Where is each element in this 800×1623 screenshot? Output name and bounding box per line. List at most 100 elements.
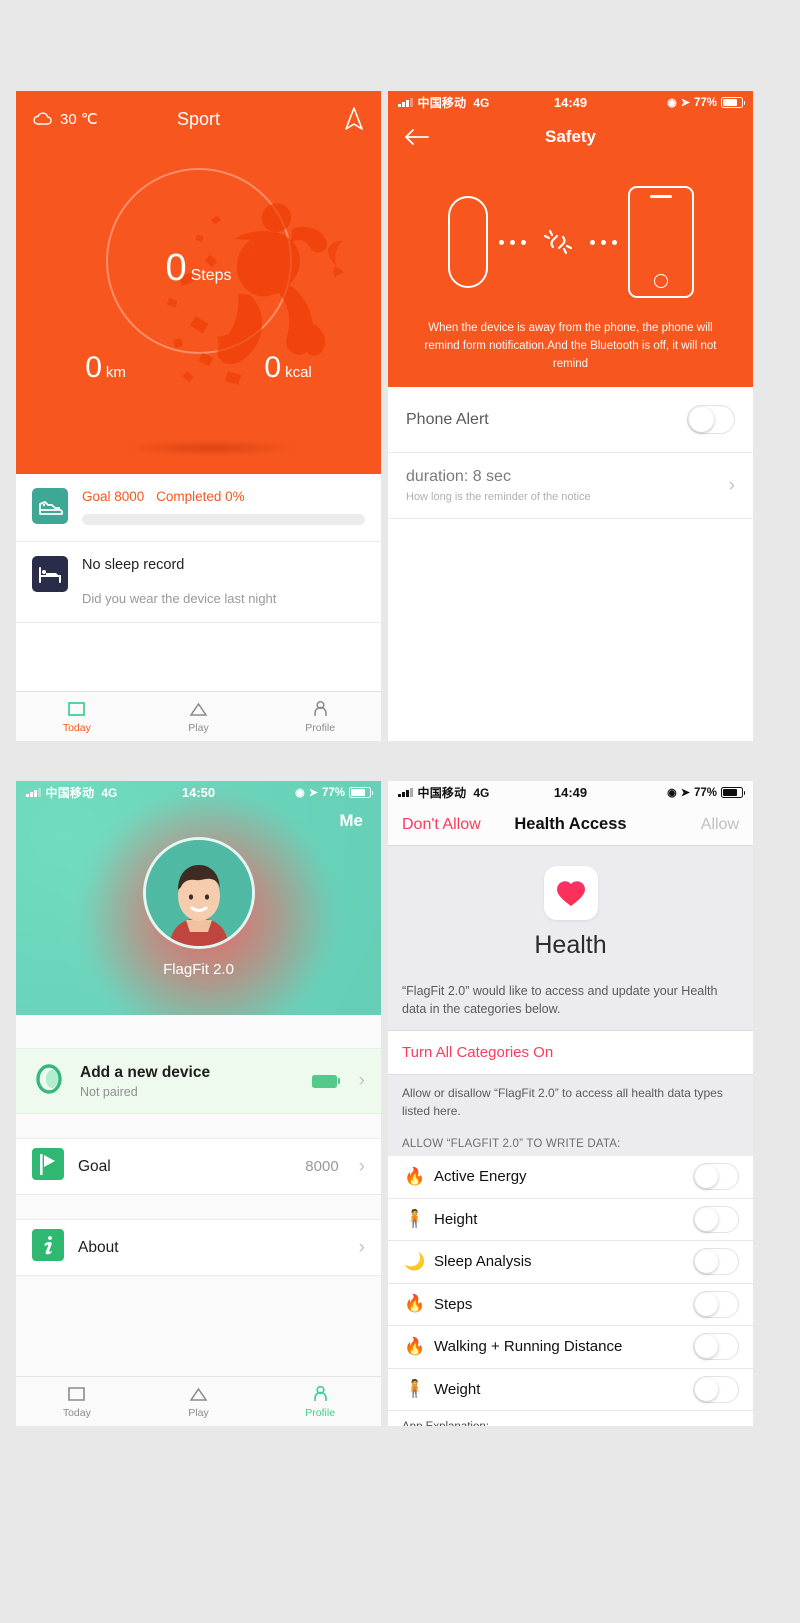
me-filler (16, 1276, 381, 1376)
about-row[interactable]: About › (16, 1219, 381, 1276)
chevron-right-icon: › (358, 1070, 365, 1091)
signal-icon (398, 98, 413, 107)
location-icon: ➤ (308, 787, 318, 799)
add-device-title: Add a new device (80, 1063, 211, 1081)
phone-alert-toggle[interactable] (687, 405, 735, 435)
category-toggle[interactable] (693, 1205, 739, 1233)
list-item[interactable]: 🧍 Height (388, 1199, 753, 1242)
avatar[interactable] (142, 837, 255, 949)
turn-all-categories-on-button[interactable]: Turn All Categories On (388, 1030, 753, 1076)
alarm-icon: ◉ (667, 787, 677, 799)
health-access-screen: 中国移动 4G 14:49 ◉ ➤ 77% Don't Allow Health… (388, 781, 753, 1426)
category-label: Steps (434, 1295, 473, 1313)
health-category-list: 🔥 Active Energy 🧍 Height 🌙 Sleep Analysi… (388, 1156, 753, 1412)
right-dots-icon (589, 239, 617, 245)
profile-icon (311, 1385, 330, 1404)
list-item[interactable]: 🔥 Active Energy (388, 1156, 753, 1199)
flame-icon: 🔥 (404, 1336, 426, 1356)
goal-value: 8000 (305, 1158, 339, 1175)
spacer (16, 1195, 381, 1219)
chevron-right-icon: › (728, 474, 735, 496)
secondary-stats: 0 km 0 kcal (16, 353, 381, 383)
list-item[interactable]: 🌙 Sleep Analysis (388, 1241, 753, 1284)
device-battery-icon (311, 1074, 340, 1088)
app-explanation: App Explanation: Used to update Health d… (388, 1411, 753, 1426)
tab-today-label: Today (62, 721, 91, 734)
battery-percent: 77% (693, 786, 717, 799)
sport-topbar: 30 ℃ Sport (16, 91, 381, 147)
heart-icon (556, 880, 585, 906)
category-toggle[interactable] (693, 1290, 739, 1318)
bed-icon (32, 556, 68, 592)
duration-row[interactable]: duration: 8 sec How long is the reminder… (388, 453, 753, 520)
status-bar: 中国移动 4G 14:49 ◉ ➤ 77% (388, 91, 753, 114)
goal-row[interactable]: Goal 8000 › (16, 1138, 381, 1195)
status-left: 中国移动 4G (398, 94, 489, 111)
app-explanation-title: App Explanation: (402, 1419, 739, 1426)
list-item[interactable]: 🔥 Walking + Running Distance (388, 1326, 753, 1369)
steps-readout: 0 Steps (16, 249, 381, 287)
category-label: Sleep Analysis (434, 1253, 532, 1271)
tab-play[interactable]: Play (138, 1377, 260, 1426)
add-device-row[interactable]: Add a new device Not paired › (16, 1048, 381, 1114)
tab-today[interactable]: Today (16, 1377, 138, 1426)
network-label: 4G (473, 95, 490, 110)
category-toggle[interactable] (693, 1375, 739, 1403)
duration-subtitle: How long is the reminder of the notice (406, 491, 591, 504)
me-hero: 中国移动 4G 14:50 ◉ ➤ 77% Me FlagFit 2.0 (16, 781, 381, 1015)
calories-stat: 0 kcal (264, 353, 311, 383)
pairing-diagram (388, 160, 753, 320)
network-label: 4G (473, 785, 490, 800)
sport-screen: 30 ℃ Sport 0 Steps 0 km 0 kcal Goal 8000… (16, 91, 381, 741)
phone-icon (627, 186, 694, 298)
health-app-block: Health (388, 846, 753, 972)
goal-progress-bar (82, 514, 365, 525)
goal-card[interactable]: Goal 8000 Completed 0% (16, 474, 381, 542)
me-gap (16, 1015, 381, 1048)
moon-icon: 🌙 (404, 1251, 426, 1271)
safety-navbar: Safety (388, 114, 753, 160)
steps-unit: Steps (190, 267, 232, 284)
safety-screen: 中国移动 4G 14:49 ◉ ➤ 77% Safety When the de… (388, 91, 753, 741)
signal-icon (26, 788, 41, 797)
shoe-icon (32, 488, 68, 524)
location-icon: ➤ (680, 97, 690, 109)
tab-play[interactable]: Play (138, 692, 260, 741)
screenshot-grid: 30 ℃ Sport 0 Steps 0 km 0 kcal Goal 8000… (0, 0, 800, 1623)
signal-icon (398, 788, 413, 797)
tab-today-label: Today (62, 1406, 91, 1419)
category-toggle[interactable] (693, 1333, 739, 1361)
about-label: About (78, 1238, 119, 1256)
tab-profile-label: Profile (305, 1406, 336, 1419)
navigation-arrow-icon[interactable] (343, 106, 365, 132)
play-icon (189, 700, 208, 719)
tab-profile[interactable]: Profile (259, 692, 381, 741)
tab-profile-label: Profile (305, 721, 336, 734)
tab-today[interactable]: Today (16, 692, 138, 741)
me-screen: 中国移动 4G 14:50 ◉ ➤ 77% Me FlagFit 2.0 Add… (16, 781, 381, 1426)
steps-value: 0 (165, 247, 187, 289)
category-label: Height (434, 1210, 478, 1228)
chevron-right-icon: › (358, 1155, 365, 1177)
sleep-card[interactable]: No sleep record Did you wear the device … (16, 542, 381, 623)
weather-widget[interactable]: 30 ℃ (32, 110, 98, 128)
status-left: 中国移动 4G (26, 784, 117, 801)
category-toggle[interactable] (693, 1163, 739, 1191)
battery-icon (721, 787, 745, 798)
health-body: Health “FlagFit 2.0” would like to acces… (388, 846, 753, 1426)
goal-summary: Goal 8000 Completed 0% (82, 489, 365, 504)
info-icon (32, 1229, 64, 1266)
phone-alert-row[interactable]: Phone Alert (388, 387, 753, 454)
page-title: Safety (544, 127, 597, 146)
sport-tabbar: Today Play Profile (16, 691, 381, 741)
carrier-label: 中国移动 (417, 96, 467, 110)
safety-description: When the device is away from the phone, … (424, 322, 717, 370)
tab-profile[interactable]: Profile (259, 1377, 381, 1426)
network-label: 4G (101, 785, 118, 800)
status-right: ◉ ➤ 77% (667, 96, 745, 109)
category-toggle[interactable] (693, 1248, 739, 1276)
alarm-icon: ◉ (667, 97, 677, 109)
list-item[interactable]: 🧍 Weight (388, 1369, 753, 1412)
list-item[interactable]: 🔥 Steps (388, 1284, 753, 1327)
flame-icon: 🔥 (404, 1294, 426, 1314)
